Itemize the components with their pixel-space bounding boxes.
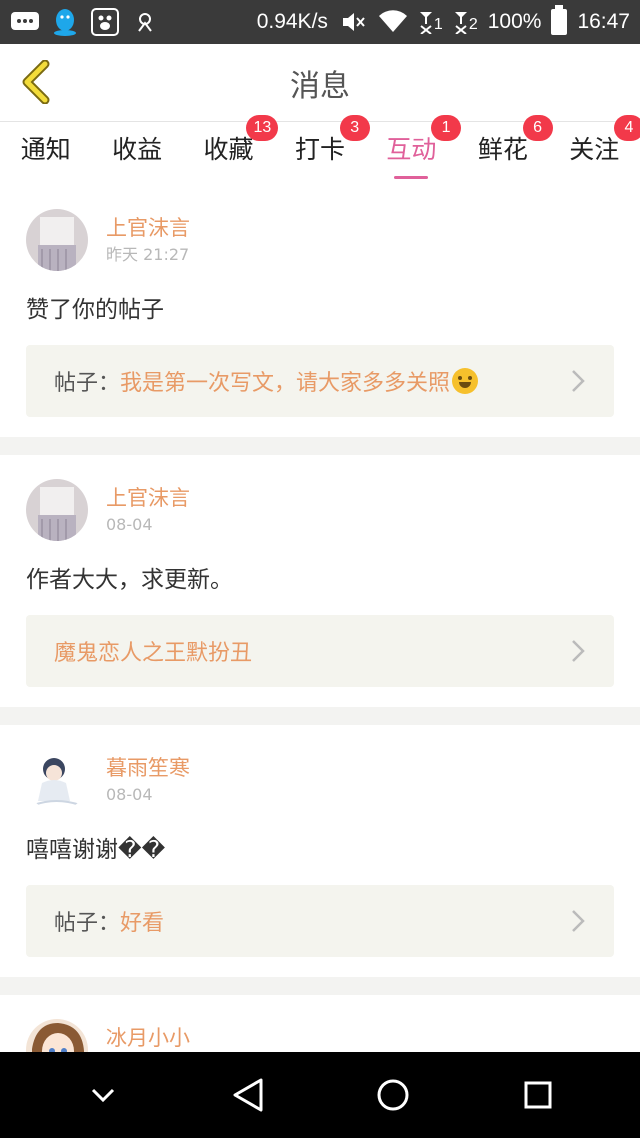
chat-icon [10,8,40,36]
timestamp: 08-04 [106,785,153,804]
status-bar: 0.94K/s 1 2 100% 16:47 [0,0,640,44]
tab-interaction[interactable]: 互动 1 [366,115,462,185]
page-title: 消息 [290,68,350,104]
sim1-label: 1 [433,16,443,33]
sim1-signal-icon: 1 [418,10,443,34]
user-row: 上官沫言 08-04 [26,477,614,543]
divider [0,707,640,725]
count-badge: 4 [613,115,640,141]
user-row: 暮雨笙寒 08-04 [26,747,614,813]
battery-icon [551,5,568,35]
tab-label: 通知 [20,135,71,164]
tab-bar: 通知 收益 收藏 13 打卡 3 互动 1 鲜花 6 关注 4 [0,115,640,185]
ref-title: 魔鬼恋人之王默扮丑 [54,641,253,666]
avatar[interactable] [26,1019,88,1052]
post-reference[interactable]: 帖子： 我是第一次写文，请大家多多关照 [26,345,614,417]
tab-label: 互动 [386,135,437,164]
net-speed: 0.94K/s [256,10,328,33]
username[interactable]: 冰月小小 [106,1023,190,1052]
post-reference[interactable]: 帖子： 好看 [26,885,614,957]
message-card: 上官沫言 昨天 21:27 赞了你的帖子 帖子： 我是第一次写文，请大家多多关照 [0,185,640,417]
message-card: 冰月小小 08-04 [0,995,640,1052]
message-card: 暮雨笙寒 08-04 嘻嘻谢谢�� 帖子： 好看 [0,725,640,957]
smile-emoji-icon [452,368,479,394]
baidu-icon [90,8,120,36]
tab-favorites[interactable]: 收藏 13 [183,115,279,185]
tab-label: 打卡 [294,135,345,164]
tab-notice[interactable]: 通知 [0,123,91,185]
system-nav-bar [0,1052,640,1138]
message-text: 作者大大，求更新。 [26,567,233,593]
username[interactable]: 上官沫言 [106,213,190,243]
user-row: 冰月小小 08-04 [26,1017,614,1052]
chevron-left-icon [22,60,50,104]
back-button[interactable] [14,58,56,106]
mute-icon [338,8,368,36]
message-text: 嘻嘻谢谢�� [26,837,166,863]
ref-title: 好看 [120,911,165,936]
avatar[interactable] [26,209,88,271]
battery-percent: 100% [487,10,542,33]
chevron-down-icon [91,1088,114,1103]
tab-label: 关注 [569,135,620,164]
chevron-right-icon [568,907,588,935]
message-text: 赞了你的帖子 [26,297,164,323]
message-feed[interactable]: 上官沫言 昨天 21:27 赞了你的帖子 帖子： 我是第一次写文，请大家多多关照… [0,185,640,1052]
username[interactable]: 暮雨笙寒 [106,753,190,783]
qq-icon [50,8,80,36]
username[interactable]: 上官沫言 [106,483,190,513]
chevron-right-icon [568,637,588,665]
divider [0,437,640,455]
avatar[interactable] [26,479,88,541]
tab-label: 收益 [112,135,163,164]
ref-label: 帖子： [54,911,121,936]
ref-title: 我是第一次写文，请大家多多关照 [120,371,451,396]
divider [0,977,640,995]
timestamp: 昨天 21:27 [106,245,190,264]
sim2-signal-icon: 2 [453,10,478,34]
ref-label: 帖子： [54,371,121,396]
post-reference[interactable]: 魔鬼恋人之王默扮丑 [26,615,614,687]
hide-keyboard-button[interactable] [73,1065,133,1125]
wifi-icon [378,8,408,36]
chevron-right-icon [568,367,588,395]
back-triangle-icon [233,1078,262,1112]
tab-follow[interactable]: 关注 4 [549,115,640,185]
tab-earnings[interactable]: 收益 [91,123,182,185]
recents-square-icon [524,1081,551,1109]
clock: 16:47 [577,10,630,33]
avatar[interactable] [26,749,88,811]
nav-recents-button[interactable] [508,1065,568,1125]
message-card: 上官沫言 08-04 作者大大，求更新。 魔鬼恋人之王默扮丑 [0,455,640,687]
tab-checkin[interactable]: 打卡 3 [274,115,370,185]
title-bar: 消息 [0,44,640,122]
tab-flowers[interactable]: 鲜花 6 [457,115,553,185]
tab-label: 收藏 [203,135,254,164]
sim2-label: 2 [468,16,478,33]
nav-home-button[interactable] [363,1065,423,1125]
user-row: 上官沫言 昨天 21:27 [26,207,614,273]
nav-back-button[interactable] [218,1065,278,1125]
home-circle-icon [377,1079,408,1111]
tab-label: 鲜花 [477,135,528,164]
app-icon [130,8,160,36]
timestamp: 08-04 [106,515,153,534]
